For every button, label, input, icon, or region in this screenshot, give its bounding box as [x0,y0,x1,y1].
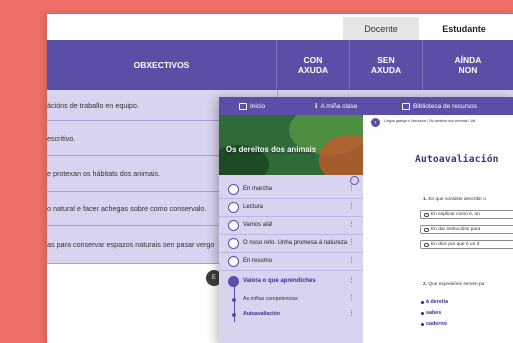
breadcrumb: Lingua galega e Literatura / Os dereitos… [384,119,476,123]
sidebar-subitem-autoavaliacion[interactable]: Autoavaliación ⋮ [219,307,363,322]
answer-option[interactable]: En dar instrucións para [420,225,513,234]
question-number: 2. [423,282,428,287]
sidebar-item-en-marcha[interactable]: En marcha ⋮ [219,181,363,199]
lesson-window: Inicio ℹ A miña clase Biblioteca de recu… [219,97,513,343]
expression-item: sabes [420,310,442,316]
sidebar-item-label: Valora o que aprendiches [243,278,316,284]
lesson-sidebar: Os dereitos dos animais En marcha ⋮ Lect… [219,115,363,343]
answer-option-label: En explicar como é, on [431,212,480,217]
nav-home-label: Inicio [250,102,266,110]
answer-option[interactable]: En explicar como é, on [420,210,513,219]
more-icon[interactable]: ⋮ [348,294,355,302]
question-text: En que consiste describir u [428,197,486,202]
more-icon[interactable]: ⋮ [348,184,355,192]
sidebar-item-label: O noso reto. Unha promesa á natureza [243,240,348,246]
sidebar-subitem-label: As miñas competencias [243,296,298,302]
sidebar-item-label: Lectura [243,204,264,210]
nav-home[interactable]: Inicio [239,97,265,115]
radio-icon [424,227,429,232]
lesson-content: ‹ Lingua galega e Literatura / Os dereit… [363,115,513,343]
sidebar-item-label: Vamos alá! [243,222,273,228]
question-1: 1. En que consiste describir u [423,197,486,202]
people-icon: ℹ [315,103,318,110]
header-ainda-non: AÍNDA NON [454,55,482,75]
sidebar-item-label: En marcha [243,186,273,192]
answer-option-label: En dar instrucións para [431,227,481,232]
radio-icon [424,242,429,247]
objective-text: e protexan os hábitats dos animais. [47,169,161,178]
sidebar-item-valora[interactable]: Valora o que aprendiches ⋮ [219,273,363,291]
expression-item: caderno [421,321,447,327]
back-arrow-icon[interactable]: ‹ [371,118,380,127]
objective-text: escritivo. [47,134,76,143]
progress-circle-icon [228,256,239,267]
role-switcher: Docente Estudante [47,14,513,40]
sidebar-subitem-label: Autoavaliación [243,311,280,317]
lesson-banner: Os dereitos dos animais [219,115,363,175]
sidebar-subitem-competencias[interactable]: As miñas competencias ⋮ [219,292,363,307]
more-icon[interactable]: ⋮ [348,220,355,228]
folder-icon [402,102,410,110]
progress-circle-icon [228,202,239,213]
nav-class[interactable]: ℹ A miña clase [315,97,357,115]
objective-text: ácións de traballo en equipo. [47,101,139,110]
top-nav: Inicio ℹ A miña clase Biblioteca de recu… [219,97,513,115]
tab-docente[interactable]: Docente [343,17,419,40]
nav-library[interactable]: Biblioteca de recursos [402,97,477,115]
progress-circle-icon [228,220,239,231]
progress-circle-icon [228,184,239,195]
objectives-table-header: OBXECTIVOS CON AXUDA SEN AXUDA AÍNDA NON [47,40,513,90]
header-objectives: OBXECTIVOS [47,40,277,90]
sidebar-item-label: En resumo [243,258,273,264]
more-icon[interactable]: ⋮ [348,202,355,210]
page-title: Autoavaliación [415,154,499,165]
objective-text: o natural e facer achegas sobre como con… [47,204,207,213]
home-icon [239,102,247,110]
more-icon[interactable]: ⋮ [348,309,355,317]
more-icon[interactable]: ⋮ [348,276,355,284]
progress-circle-icon [228,238,239,249]
step-dot-icon [232,298,236,302]
more-icon[interactable]: ⋮ [348,256,355,264]
step-dot-icon [232,313,236,317]
nav-class-label: A miña clase [320,102,358,110]
answer-option[interactable]: En dicir por que é un d [420,240,513,249]
more-icon[interactable]: ⋮ [348,238,355,246]
question-text: Que expresións serven pa [428,282,485,287]
expression-item: á dereita [420,299,449,305]
sidebar-item-o-noso-reto[interactable]: O noso reto. Unha promesa á natureza ⋮ [219,235,363,253]
sidebar-item-en-resumo[interactable]: En resumo ⋮ [219,253,363,271]
question-2: 2. Que expresións serven pa [423,282,484,287]
question-number: 1. [423,197,428,202]
nav-library-label: Biblioteca de recursos [413,102,477,110]
tab-estudante[interactable]: Estudante [421,17,507,40]
radio-icon [424,212,429,217]
header-con-axuda: CON AXUDA [277,40,350,90]
sidebar-item-lectura[interactable]: Lectura ⋮ [219,199,363,217]
answer-option-label: En dicir por que é un d [431,242,480,247]
header-sen-axuda: SEN AXUDA [350,40,423,90]
objective-text: as para conservar espazos naturais sen p… [47,240,215,249]
sidebar-item-vamos-ala[interactable]: Vamos alá! ⋮ [219,217,363,235]
lesson-title: Os dereitos dos animais [226,145,317,154]
